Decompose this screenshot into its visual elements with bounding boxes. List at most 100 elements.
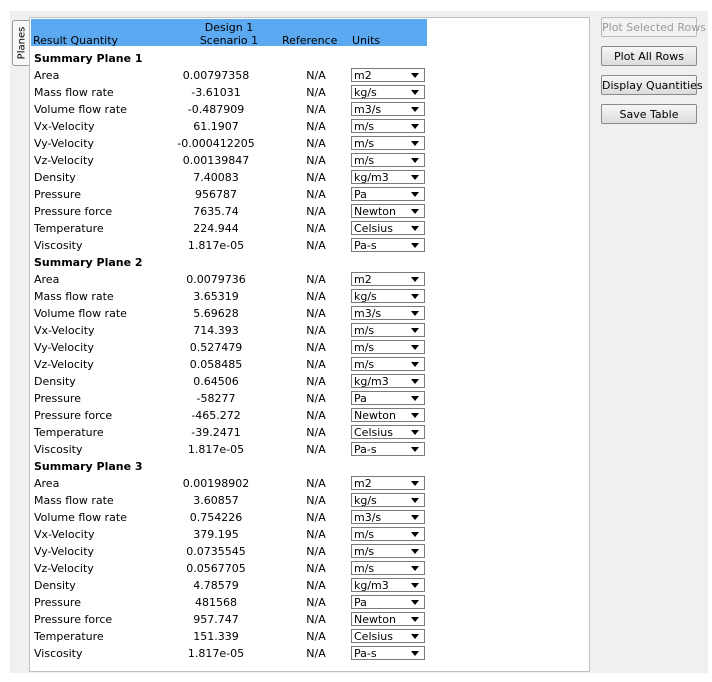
save-table-button[interactable]: Save Table bbox=[601, 104, 697, 124]
table-row[interactable]: Viscosity 1.817e-05 N/A Pa-s bbox=[31, 441, 571, 458]
header-reference[interactable]: Reference bbox=[282, 34, 337, 47]
table-row[interactable]: Area 0.0079736 N/A m2 bbox=[31, 271, 571, 288]
table-row[interactable]: Area 0.00797358 N/A m2 bbox=[31, 67, 571, 84]
row-reference: N/A bbox=[306, 426, 326, 439]
units-dropdown[interactable]: m2 bbox=[351, 476, 425, 490]
units-dropdown[interactable]: m3/s bbox=[351, 306, 425, 320]
row-value: 0.00139847 bbox=[182, 154, 250, 167]
row-reference: N/A bbox=[306, 494, 326, 507]
table-row[interactable]: Pressure 481568 N/A Pa bbox=[31, 594, 571, 611]
table-row[interactable]: Viscosity 1.817e-05 N/A Pa-s bbox=[31, 645, 571, 662]
units-dropdown[interactable]: Pa-s bbox=[351, 238, 425, 252]
table-row[interactable]: Pressure force -465.272 N/A Newton bbox=[31, 407, 571, 424]
row-reference: N/A bbox=[306, 596, 326, 609]
row-value: -3.61031 bbox=[191, 86, 241, 99]
units-dropdown[interactable]: Celsius bbox=[351, 425, 425, 439]
units-dropdown-value: kg/m3 bbox=[354, 171, 389, 184]
units-dropdown[interactable]: Newton bbox=[351, 204, 425, 218]
units-dropdown-value: Celsius bbox=[354, 426, 393, 439]
row-quantity-name: Vx-Velocity bbox=[34, 120, 95, 133]
table-row[interactable]: Viscosity 1.817e-05 N/A Pa-s bbox=[31, 237, 571, 254]
display-quantities-button[interactable]: Display Quantities bbox=[601, 75, 703, 95]
table-row[interactable]: Temperature 224.944 N/A Celsius bbox=[31, 220, 571, 237]
table-row[interactable]: Vy-Velocity 0.0735545 N/A m/s bbox=[31, 543, 571, 560]
chevron-down-icon bbox=[411, 209, 419, 214]
units-dropdown[interactable]: m/s bbox=[351, 323, 425, 337]
units-dropdown[interactable]: kg/s bbox=[351, 289, 425, 303]
table-row[interactable]: Density 7.40083 N/A kg/m3 bbox=[31, 169, 571, 186]
table-row[interactable]: Vz-Velocity 0.00139847 N/A m/s bbox=[31, 152, 571, 169]
units-dropdown[interactable]: m2 bbox=[351, 272, 425, 286]
table-row[interactable]: Vx-Velocity 379.195 N/A m/s bbox=[31, 526, 571, 543]
row-reference: N/A bbox=[306, 273, 326, 286]
chevron-down-icon bbox=[411, 294, 419, 299]
header-units[interactable]: Units bbox=[352, 34, 380, 47]
table-row[interactable]: Mass flow rate -3.61031 N/A kg/s bbox=[31, 84, 571, 101]
units-dropdown[interactable]: m/s bbox=[351, 153, 425, 167]
table-row[interactable]: Volume flow rate -0.487909 N/A m3/s bbox=[31, 101, 571, 118]
units-dropdown[interactable]: Celsius bbox=[351, 629, 425, 643]
row-value: 0.754226 bbox=[189, 511, 243, 524]
units-dropdown[interactable]: kg/s bbox=[351, 85, 425, 99]
row-quantity-name: Area bbox=[34, 477, 60, 490]
table-row[interactable]: Volume flow rate 5.69628 N/A m3/s bbox=[31, 305, 571, 322]
table-row[interactable]: Pressure force 7635.74 N/A Newton bbox=[31, 203, 571, 220]
chevron-down-icon bbox=[411, 362, 419, 367]
units-dropdown[interactable]: Pa-s bbox=[351, 442, 425, 456]
table-row[interactable]: Temperature 151.339 N/A Celsius bbox=[31, 628, 571, 645]
table-row[interactable]: Density 4.78579 N/A kg/m3 bbox=[31, 577, 571, 594]
units-dropdown[interactable]: kg/m3 bbox=[351, 578, 425, 592]
table-row[interactable]: Vx-Velocity 714.393 N/A m/s bbox=[31, 322, 571, 339]
plot-selected-rows-button[interactable]: Plot Selected Rows bbox=[601, 17, 706, 37]
table-row[interactable]: Pressure -58277 N/A Pa bbox=[31, 390, 571, 407]
plot-all-rows-button[interactable]: Plot All Rows bbox=[601, 46, 697, 66]
units-dropdown-value: kg/m3 bbox=[354, 375, 389, 388]
chevron-down-icon bbox=[411, 124, 419, 129]
units-dropdown[interactable]: m/s bbox=[351, 340, 425, 354]
row-reference: N/A bbox=[306, 137, 326, 150]
units-dropdown[interactable]: m2 bbox=[351, 68, 425, 82]
units-dropdown[interactable]: m3/s bbox=[351, 510, 425, 524]
table-row[interactable]: Mass flow rate 3.60857 N/A kg/s bbox=[31, 492, 571, 509]
units-dropdown[interactable]: Pa-s bbox=[351, 646, 425, 660]
units-dropdown[interactable]: Newton bbox=[351, 408, 425, 422]
units-dropdown[interactable]: m3/s bbox=[351, 102, 425, 116]
header-design[interactable]: Design 1 bbox=[189, 21, 269, 34]
header-scenario[interactable]: Scenario 1 bbox=[189, 34, 269, 47]
units-dropdown[interactable]: Pa bbox=[351, 187, 425, 201]
table-row[interactable]: Temperature -39.2471 N/A Celsius bbox=[31, 424, 571, 441]
units-dropdown[interactable]: m/s bbox=[351, 357, 425, 371]
row-reference: N/A bbox=[306, 630, 326, 643]
units-dropdown[interactable]: m/s bbox=[351, 119, 425, 133]
table-row[interactable]: Mass flow rate 3.65319 N/A kg/s bbox=[31, 288, 571, 305]
units-dropdown-value: m/s bbox=[354, 137, 375, 150]
units-dropdown[interactable]: Celsius bbox=[351, 221, 425, 235]
units-dropdown[interactable]: Pa bbox=[351, 595, 425, 609]
chevron-down-icon bbox=[411, 430, 419, 435]
units-dropdown[interactable]: m/s bbox=[351, 561, 425, 575]
chevron-down-icon bbox=[411, 651, 419, 656]
table-row[interactable]: Area 0.00198902 N/A m2 bbox=[31, 475, 571, 492]
units-dropdown[interactable]: m/s bbox=[351, 136, 425, 150]
table-row[interactable]: Vx-Velocity 61.1907 N/A m/s bbox=[31, 118, 571, 135]
table-row[interactable]: Vy-Velocity -0.000412205 N/A m/s bbox=[31, 135, 571, 152]
units-dropdown[interactable]: kg/m3 bbox=[351, 170, 425, 184]
table-row[interactable]: Density 0.64506 N/A kg/m3 bbox=[31, 373, 571, 390]
units-dropdown[interactable]: m/s bbox=[351, 527, 425, 541]
units-dropdown[interactable]: Pa bbox=[351, 391, 425, 405]
table-row[interactable]: Vy-Velocity 0.527479 N/A m/s bbox=[31, 339, 571, 356]
units-dropdown[interactable]: kg/m3 bbox=[351, 374, 425, 388]
table-row[interactable]: Vz-Velocity 0.0567705 N/A m/s bbox=[31, 560, 571, 577]
chevron-down-icon bbox=[411, 277, 419, 282]
table-row[interactable]: Pressure force 957.747 N/A Newton bbox=[31, 611, 571, 628]
table-row[interactable]: Pressure 956787 N/A Pa bbox=[31, 186, 571, 203]
units-dropdown-value: m/s bbox=[354, 120, 375, 133]
units-dropdown[interactable]: Newton bbox=[351, 612, 425, 626]
units-dropdown[interactable]: m/s bbox=[351, 544, 425, 558]
units-dropdown[interactable]: kg/s bbox=[351, 493, 425, 507]
header-result-quantity[interactable]: Result Quantity bbox=[33, 34, 118, 47]
table-row[interactable]: Volume flow rate 0.754226 N/A m3/s bbox=[31, 509, 571, 526]
units-dropdown-value: m/s bbox=[354, 528, 375, 541]
table-row[interactable]: Vz-Velocity 0.058485 N/A m/s bbox=[31, 356, 571, 373]
tab-planes[interactable]: Planes bbox=[12, 20, 30, 66]
